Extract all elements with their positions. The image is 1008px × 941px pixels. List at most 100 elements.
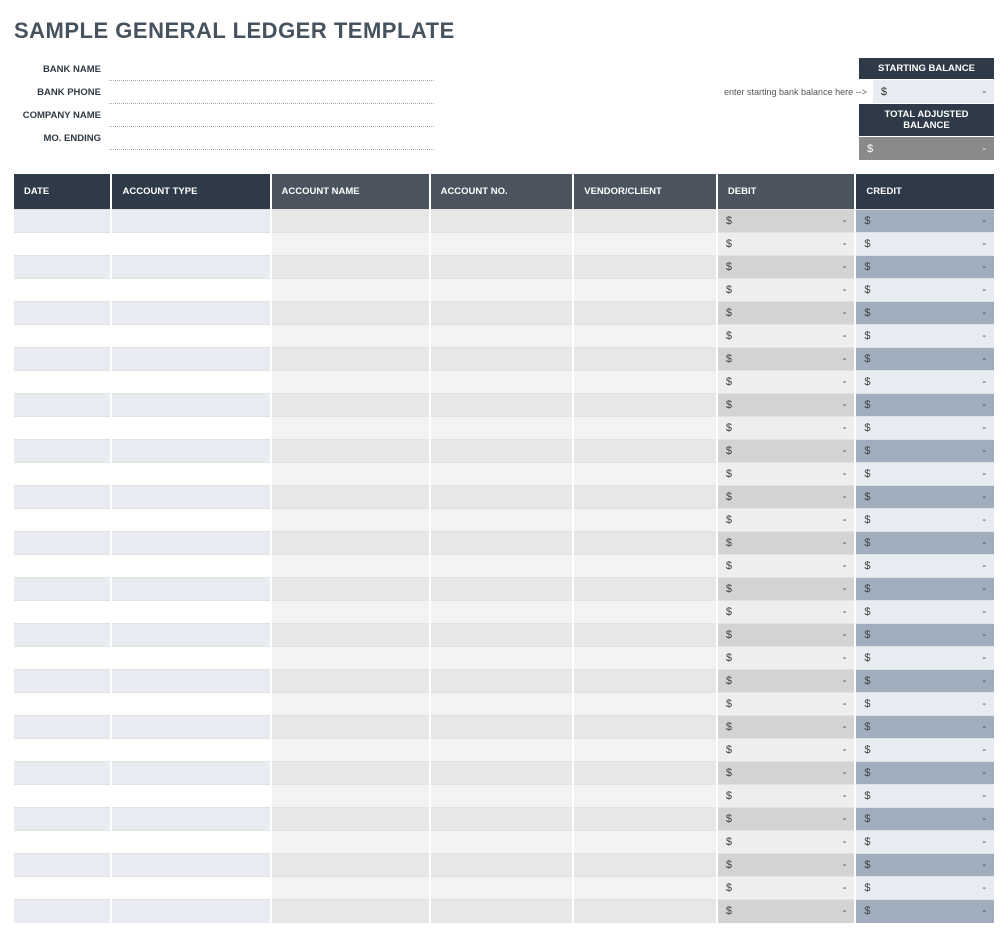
cell-credit[interactable]: $- bbox=[855, 854, 994, 877]
cell-credit[interactable]: $- bbox=[855, 555, 994, 578]
cell-account-no[interactable] bbox=[430, 601, 574, 624]
cell-account-no[interactable] bbox=[430, 739, 574, 762]
cell-account-no[interactable] bbox=[430, 555, 574, 578]
cell-vendor-client[interactable] bbox=[573, 486, 717, 509]
cell-debit[interactable]: $- bbox=[717, 394, 856, 417]
cell-account-name[interactable] bbox=[271, 693, 430, 716]
cell-account-name[interactable] bbox=[271, 509, 430, 532]
cell-account-no[interactable] bbox=[430, 371, 574, 394]
cell-account-name[interactable] bbox=[271, 785, 430, 808]
cell-account-no[interactable] bbox=[430, 647, 574, 670]
cell-date[interactable] bbox=[14, 854, 111, 877]
cell-account-name[interactable] bbox=[271, 716, 430, 739]
cell-date[interactable] bbox=[14, 693, 111, 716]
cell-account-type[interactable] bbox=[111, 256, 270, 279]
cell-debit[interactable]: $- bbox=[717, 808, 856, 831]
cell-account-name[interactable] bbox=[271, 394, 430, 417]
cell-vendor-client[interactable] bbox=[573, 348, 717, 371]
cell-credit[interactable]: $- bbox=[855, 486, 994, 509]
cell-date[interactable] bbox=[14, 417, 111, 440]
cell-account-no[interactable] bbox=[430, 900, 574, 923]
cell-vendor-client[interactable] bbox=[573, 762, 717, 785]
cell-vendor-client[interactable] bbox=[573, 624, 717, 647]
cell-debit[interactable]: $- bbox=[717, 325, 856, 348]
cell-account-name[interactable] bbox=[271, 256, 430, 279]
cell-debit[interactable]: $- bbox=[717, 256, 856, 279]
cell-vendor-client[interactable] bbox=[573, 440, 717, 463]
cell-account-type[interactable] bbox=[111, 808, 270, 831]
cell-debit[interactable]: $- bbox=[717, 233, 856, 256]
cell-account-no[interactable] bbox=[430, 440, 574, 463]
cell-account-name[interactable] bbox=[271, 831, 430, 854]
cell-account-no[interactable] bbox=[430, 762, 574, 785]
cell-account-no[interactable] bbox=[430, 785, 574, 808]
cell-date[interactable] bbox=[14, 900, 111, 923]
cell-credit[interactable]: $- bbox=[855, 808, 994, 831]
cell-vendor-client[interactable] bbox=[573, 785, 717, 808]
cell-account-type[interactable] bbox=[111, 555, 270, 578]
cell-account-no[interactable] bbox=[430, 233, 574, 256]
cell-account-name[interactable] bbox=[271, 417, 430, 440]
cell-account-type[interactable] bbox=[111, 371, 270, 394]
cell-account-name[interactable] bbox=[271, 279, 430, 302]
cell-debit[interactable]: $- bbox=[717, 486, 856, 509]
cell-debit[interactable]: $- bbox=[717, 463, 856, 486]
cell-vendor-client[interactable] bbox=[573, 256, 717, 279]
cell-account-type[interactable] bbox=[111, 325, 270, 348]
cell-account-no[interactable] bbox=[430, 578, 574, 601]
cell-date[interactable] bbox=[14, 877, 111, 900]
cell-debit[interactable]: $- bbox=[717, 601, 856, 624]
cell-date[interactable] bbox=[14, 808, 111, 831]
cell-credit[interactable]: $- bbox=[855, 233, 994, 256]
cell-debit[interactable]: $- bbox=[717, 578, 856, 601]
cell-credit[interactable]: $- bbox=[855, 210, 994, 233]
cell-account-no[interactable] bbox=[430, 509, 574, 532]
cell-credit[interactable]: $- bbox=[855, 877, 994, 900]
cell-date[interactable] bbox=[14, 624, 111, 647]
cell-account-type[interactable] bbox=[111, 624, 270, 647]
cell-debit[interactable]: $- bbox=[717, 532, 856, 555]
cell-credit[interactable]: $- bbox=[855, 532, 994, 555]
cell-date[interactable] bbox=[14, 555, 111, 578]
cell-account-name[interactable] bbox=[271, 601, 430, 624]
cell-date[interactable] bbox=[14, 831, 111, 854]
cell-account-name[interactable] bbox=[271, 348, 430, 371]
cell-debit[interactable]: $- bbox=[717, 279, 856, 302]
cell-account-type[interactable] bbox=[111, 486, 270, 509]
cell-date[interactable] bbox=[14, 463, 111, 486]
month-ending-input[interactable] bbox=[109, 128, 434, 150]
cell-debit[interactable]: $- bbox=[717, 762, 856, 785]
cell-debit[interactable]: $- bbox=[717, 348, 856, 371]
cell-account-no[interactable] bbox=[430, 532, 574, 555]
cell-account-type[interactable] bbox=[111, 348, 270, 371]
cell-account-name[interactable] bbox=[271, 233, 430, 256]
cell-vendor-client[interactable] bbox=[573, 739, 717, 762]
cell-account-no[interactable] bbox=[430, 624, 574, 647]
cell-credit[interactable]: $- bbox=[855, 739, 994, 762]
cell-account-type[interactable] bbox=[111, 647, 270, 670]
cell-date[interactable] bbox=[14, 647, 111, 670]
cell-vendor-client[interactable] bbox=[573, 463, 717, 486]
cell-credit[interactable]: $- bbox=[855, 417, 994, 440]
cell-date[interactable] bbox=[14, 670, 111, 693]
cell-account-type[interactable] bbox=[111, 532, 270, 555]
cell-debit[interactable]: $- bbox=[717, 831, 856, 854]
cell-debit[interactable]: $- bbox=[717, 509, 856, 532]
cell-account-type[interactable] bbox=[111, 279, 270, 302]
cell-credit[interactable]: $- bbox=[855, 302, 994, 325]
cell-vendor-client[interactable] bbox=[573, 601, 717, 624]
cell-account-type[interactable] bbox=[111, 900, 270, 923]
cell-vendor-client[interactable] bbox=[573, 532, 717, 555]
cell-credit[interactable]: $- bbox=[855, 256, 994, 279]
cell-date[interactable] bbox=[14, 348, 111, 371]
cell-account-name[interactable] bbox=[271, 900, 430, 923]
cell-credit[interactable]: $- bbox=[855, 601, 994, 624]
cell-date[interactable] bbox=[14, 532, 111, 555]
cell-account-type[interactable] bbox=[111, 463, 270, 486]
cell-account-name[interactable] bbox=[271, 210, 430, 233]
cell-account-no[interactable] bbox=[430, 463, 574, 486]
cell-date[interactable] bbox=[14, 256, 111, 279]
cell-credit[interactable]: $- bbox=[855, 463, 994, 486]
cell-account-name[interactable] bbox=[271, 854, 430, 877]
cell-account-name[interactable] bbox=[271, 463, 430, 486]
